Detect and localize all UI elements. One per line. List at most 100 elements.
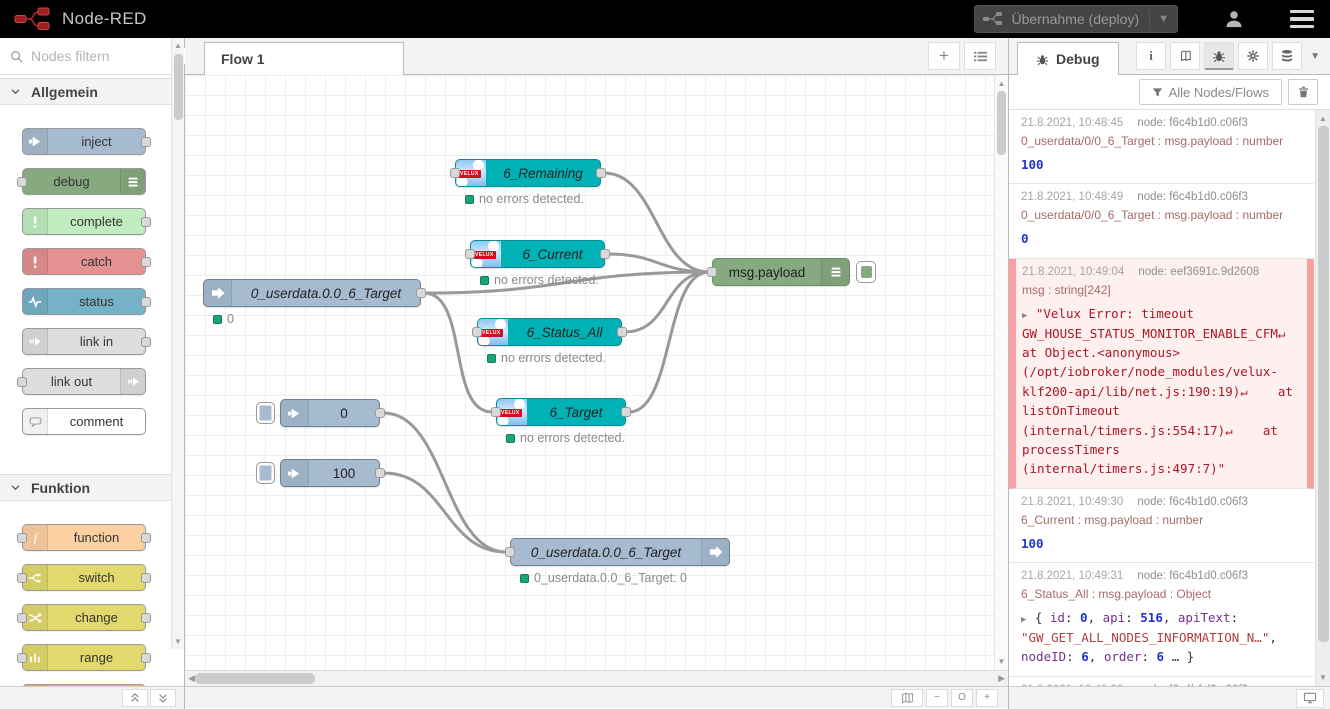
deploy-button[interactable]: Übernahme (deploy) ▼ [974,5,1178,33]
wire[interactable] [625,272,709,332]
wire[interactable] [384,413,506,552]
palette-node-status[interactable]: status [22,288,146,315]
flow-node-target-in[interactable]: 0_userdata.0.0_6_Target [203,279,421,307]
scroll-up-icon[interactable]: ▲ [172,41,184,50]
scroll-up-icon[interactable]: ▲ [995,79,1008,88]
output-port[interactable] [141,337,151,347]
input-port[interactable] [17,573,27,583]
canvas-vertical-scrollbar[interactable]: ▲ ▼ [994,75,1008,670]
expand-caret-icon[interactable]: ▶ [1021,615,1032,625]
scroll-right-icon[interactable]: ▶ [998,673,1005,684]
help-sidebar-button[interactable] [1170,42,1200,70]
palette-node-link-in[interactable]: link in [22,328,146,355]
output-port[interactable] [596,168,606,178]
canvas-horizontal-scrollbar[interactable]: ◀ ▶ [185,670,1008,686]
wire[interactable] [604,173,709,272]
output-port[interactable] [600,249,610,259]
debug-message[interactable]: 21.8.2021, 10:48:45node: f6c4b1d0.c06f30… [1009,110,1314,184]
inject-button[interactable] [256,462,275,484]
output-port[interactable] [617,327,627,337]
debug-message[interactable]: 21.8.2021, 10:49:30node: f6c4b1d0.c06f36… [1009,489,1314,563]
palette-node-complete[interactable]: complete [22,208,146,235]
input-port[interactable] [450,168,460,178]
palette-category-allgemein[interactable]: Allgemein [0,78,184,105]
output-port[interactable] [375,468,385,478]
palette-node-comment[interactable]: comment [22,408,146,435]
debug-scrollbar[interactable]: ▲ ▼ [1315,110,1330,686]
debug-sidebar-button[interactable] [1204,42,1234,70]
debug-filter-button[interactable]: Alle Nodes/Flows [1139,79,1282,105]
palette-category-funktion[interactable]: Funktion [0,474,184,501]
flow-node-6-current[interactable]: VELUX6_Current [470,240,605,268]
output-port[interactable] [141,137,151,147]
flow-node-6-status-all[interactable]: VELUX6_Status_All [477,318,622,346]
user-button[interactable] [1224,9,1244,29]
collapse-all-button[interactable] [122,689,148,707]
clear-debug-button[interactable] [1288,79,1318,105]
wire[interactable] [629,272,709,412]
flow-node-6-remaining[interactable]: VELUX6_Remaining [455,159,601,187]
input-port[interactable] [17,613,27,623]
flow-node-6-target[interactable]: VELUX6_Target [496,398,626,426]
expand-caret-icon[interactable]: ▶ [1022,311,1033,321]
flow-canvas[interactable]: VELUX6_Remainingno errors detected.VELUX… [185,75,1008,670]
output-port[interactable] [141,533,151,543]
output-port[interactable] [375,408,385,418]
flow-node-target-out[interactable]: 0_userdata.0.0_6_Target [510,538,730,566]
debug-message[interactable]: 21.8.2021, 10:49:32node: f6c4b1d0.c06f3V… [1009,677,1314,686]
output-port[interactable] [141,573,151,583]
palette-node-range[interactable]: range [22,644,146,671]
input-port[interactable] [491,407,501,417]
scroll-down-icon[interactable]: ▼ [995,657,1008,666]
flow-node-inject-0[interactable]: 0 [280,399,380,427]
palette-node-switch[interactable]: switch [22,564,146,591]
scroll-up-icon[interactable]: ▲ [1316,114,1330,123]
palette-node-link-out[interactable]: link out [22,368,146,395]
debug-enable-toggle[interactable] [856,261,876,283]
output-port[interactable] [621,407,631,417]
output-port[interactable] [141,217,151,227]
palette-scrollbar[interactable]: ▲ ▼ [171,38,184,649]
zoom-in-button[interactable]: + [976,689,998,707]
debug-message[interactable]: 21.8.2021, 10:48:49node: f6c4b1d0.c06f30… [1009,184,1314,258]
input-port[interactable] [17,377,27,387]
inject-button[interactable] [256,402,275,424]
debug-message[interactable]: 21.8.2021, 10:49:31node: f6c4b1d0.c06f36… [1009,563,1314,677]
output-port[interactable] [416,288,426,298]
context-sidebar-button[interactable] [1272,42,1302,70]
palette-node-change[interactable]: change [22,604,146,631]
tab-flow-1[interactable]: Flow 1 [204,42,404,75]
input-port[interactable] [465,249,475,259]
input-port[interactable] [472,327,482,337]
palette-node-debug[interactable]: debug [22,168,146,195]
flow-node-msg-payload[interactable]: msg.payload [712,258,850,286]
main-menu-button[interactable] [1290,10,1314,29]
wire[interactable] [424,293,492,412]
config-sidebar-button[interactable] [1238,42,1268,70]
tab-debug[interactable]: Debug [1017,42,1119,75]
input-port[interactable] [707,267,717,277]
palette-node-inject[interactable]: inject [22,128,146,155]
zoom-out-button[interactable]: − [926,689,948,707]
sidebar-options-caret-icon[interactable]: ▼ [1306,51,1324,62]
open-debug-window-button[interactable] [1296,689,1324,708]
output-port[interactable] [141,257,151,267]
palette-node-catch[interactable]: catch [22,248,146,275]
add-flow-button[interactable]: + [928,42,960,70]
scroll-down-icon[interactable]: ▼ [172,637,184,646]
debug-message[interactable]: 21.8.2021, 10:49:04node: eef3691c.9d2608… [1009,259,1314,489]
output-port[interactable] [141,613,151,623]
info-sidebar-button[interactable]: i [1136,42,1166,70]
output-port[interactable] [141,297,151,307]
flow-list-button[interactable] [964,42,996,70]
deploy-options-caret-icon[interactable]: ▼ [1149,9,1177,29]
zoom-reset-button[interactable]: O [951,689,973,707]
scroll-down-icon[interactable]: ▼ [1316,673,1330,682]
input-port[interactable] [505,547,515,557]
navigator-button[interactable] [891,689,923,707]
scroll-left-icon[interactable]: ◀ [188,673,195,684]
input-port[interactable] [17,177,27,187]
input-port[interactable] [17,653,27,663]
palette-node-function[interactable]: ffunction [22,524,146,551]
expand-all-button[interactable] [150,689,176,707]
